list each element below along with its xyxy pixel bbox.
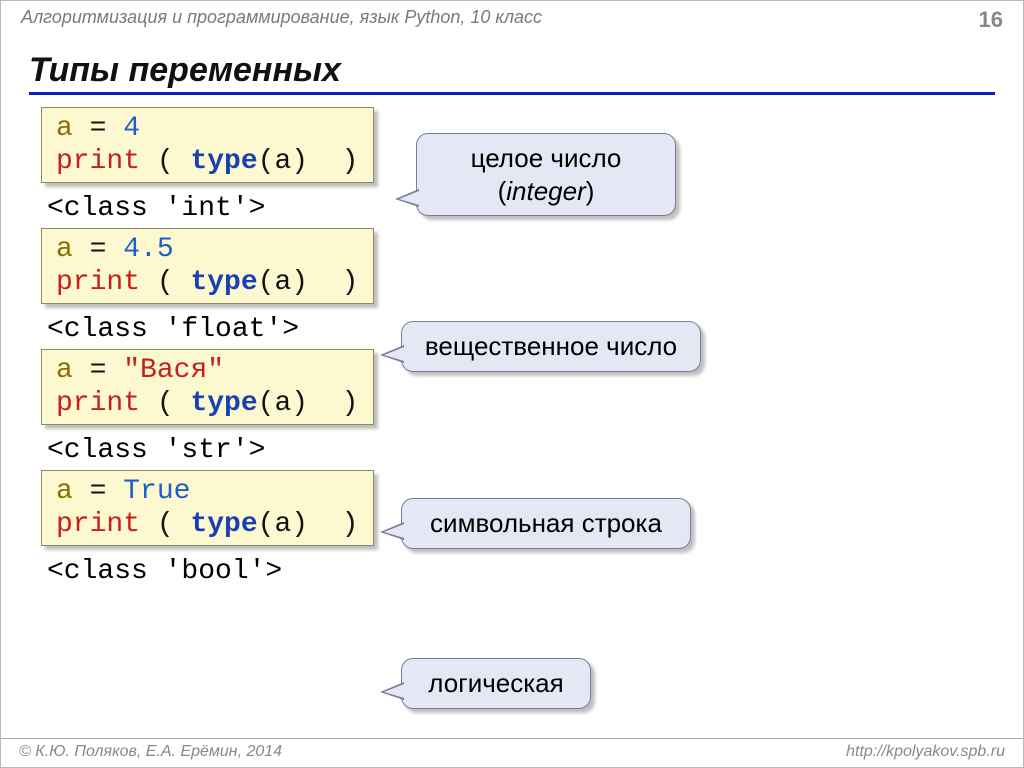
callout-integer: целое число (integer)	[416, 133, 676, 216]
code-box: a = True print ( type(a) )	[41, 470, 374, 546]
code-box: a = 4 print ( type(a) )	[41, 107, 374, 183]
callout-text: вещественное число	[422, 330, 680, 363]
callout-text: символьная строка	[422, 507, 670, 540]
page-number: 16	[979, 7, 1003, 33]
code-line-print: print ( type(a) )	[56, 266, 359, 299]
code-line-assign: a = "Вася"	[56, 354, 359, 387]
code-line-print: print ( type(a) )	[56, 387, 359, 420]
slide: Алгоритмизация и программирование, язык …	[0, 0, 1024, 768]
slide-header: Алгоритмизация и программирование, язык …	[1, 1, 1023, 33]
copyright: © К.Ю. Поляков, Е.А. Ерёмин, 2014	[19, 743, 282, 761]
course-label: Алгоритмизация и программирование, язык …	[21, 7, 542, 28]
code-box: a = 4.5 print ( type(a) )	[41, 228, 374, 304]
callout-text: целое число	[437, 142, 655, 175]
callout-str: символьная строка	[401, 498, 691, 549]
callout-float: вещественное число	[401, 321, 701, 372]
callout-bool: логическая	[401, 658, 591, 709]
code-line-assign: a = 4.5	[56, 233, 359, 266]
code-output: <class 'bool'>	[47, 556, 1023, 587]
code-line-assign: a = True	[56, 475, 359, 508]
callout-text: логическая	[422, 667, 570, 700]
code-line-print: print ( type(a) )	[56, 145, 359, 178]
code-line-assign: a = 4	[56, 112, 359, 145]
code-box: a = "Вася" print ( type(a) )	[41, 349, 374, 425]
footer-url: http://kpolyakov.spb.ru	[846, 743, 1005, 761]
code-output: <class 'str'>	[47, 435, 1023, 466]
slide-footer: © К.Ю. Поляков, Е.А. Ерёмин, 2014 http:/…	[1, 738, 1023, 767]
slide-title: Типы переменных	[29, 51, 995, 95]
callout-text2: (integer)	[437, 175, 655, 208]
code-line-print: print ( type(a) )	[56, 508, 359, 541]
